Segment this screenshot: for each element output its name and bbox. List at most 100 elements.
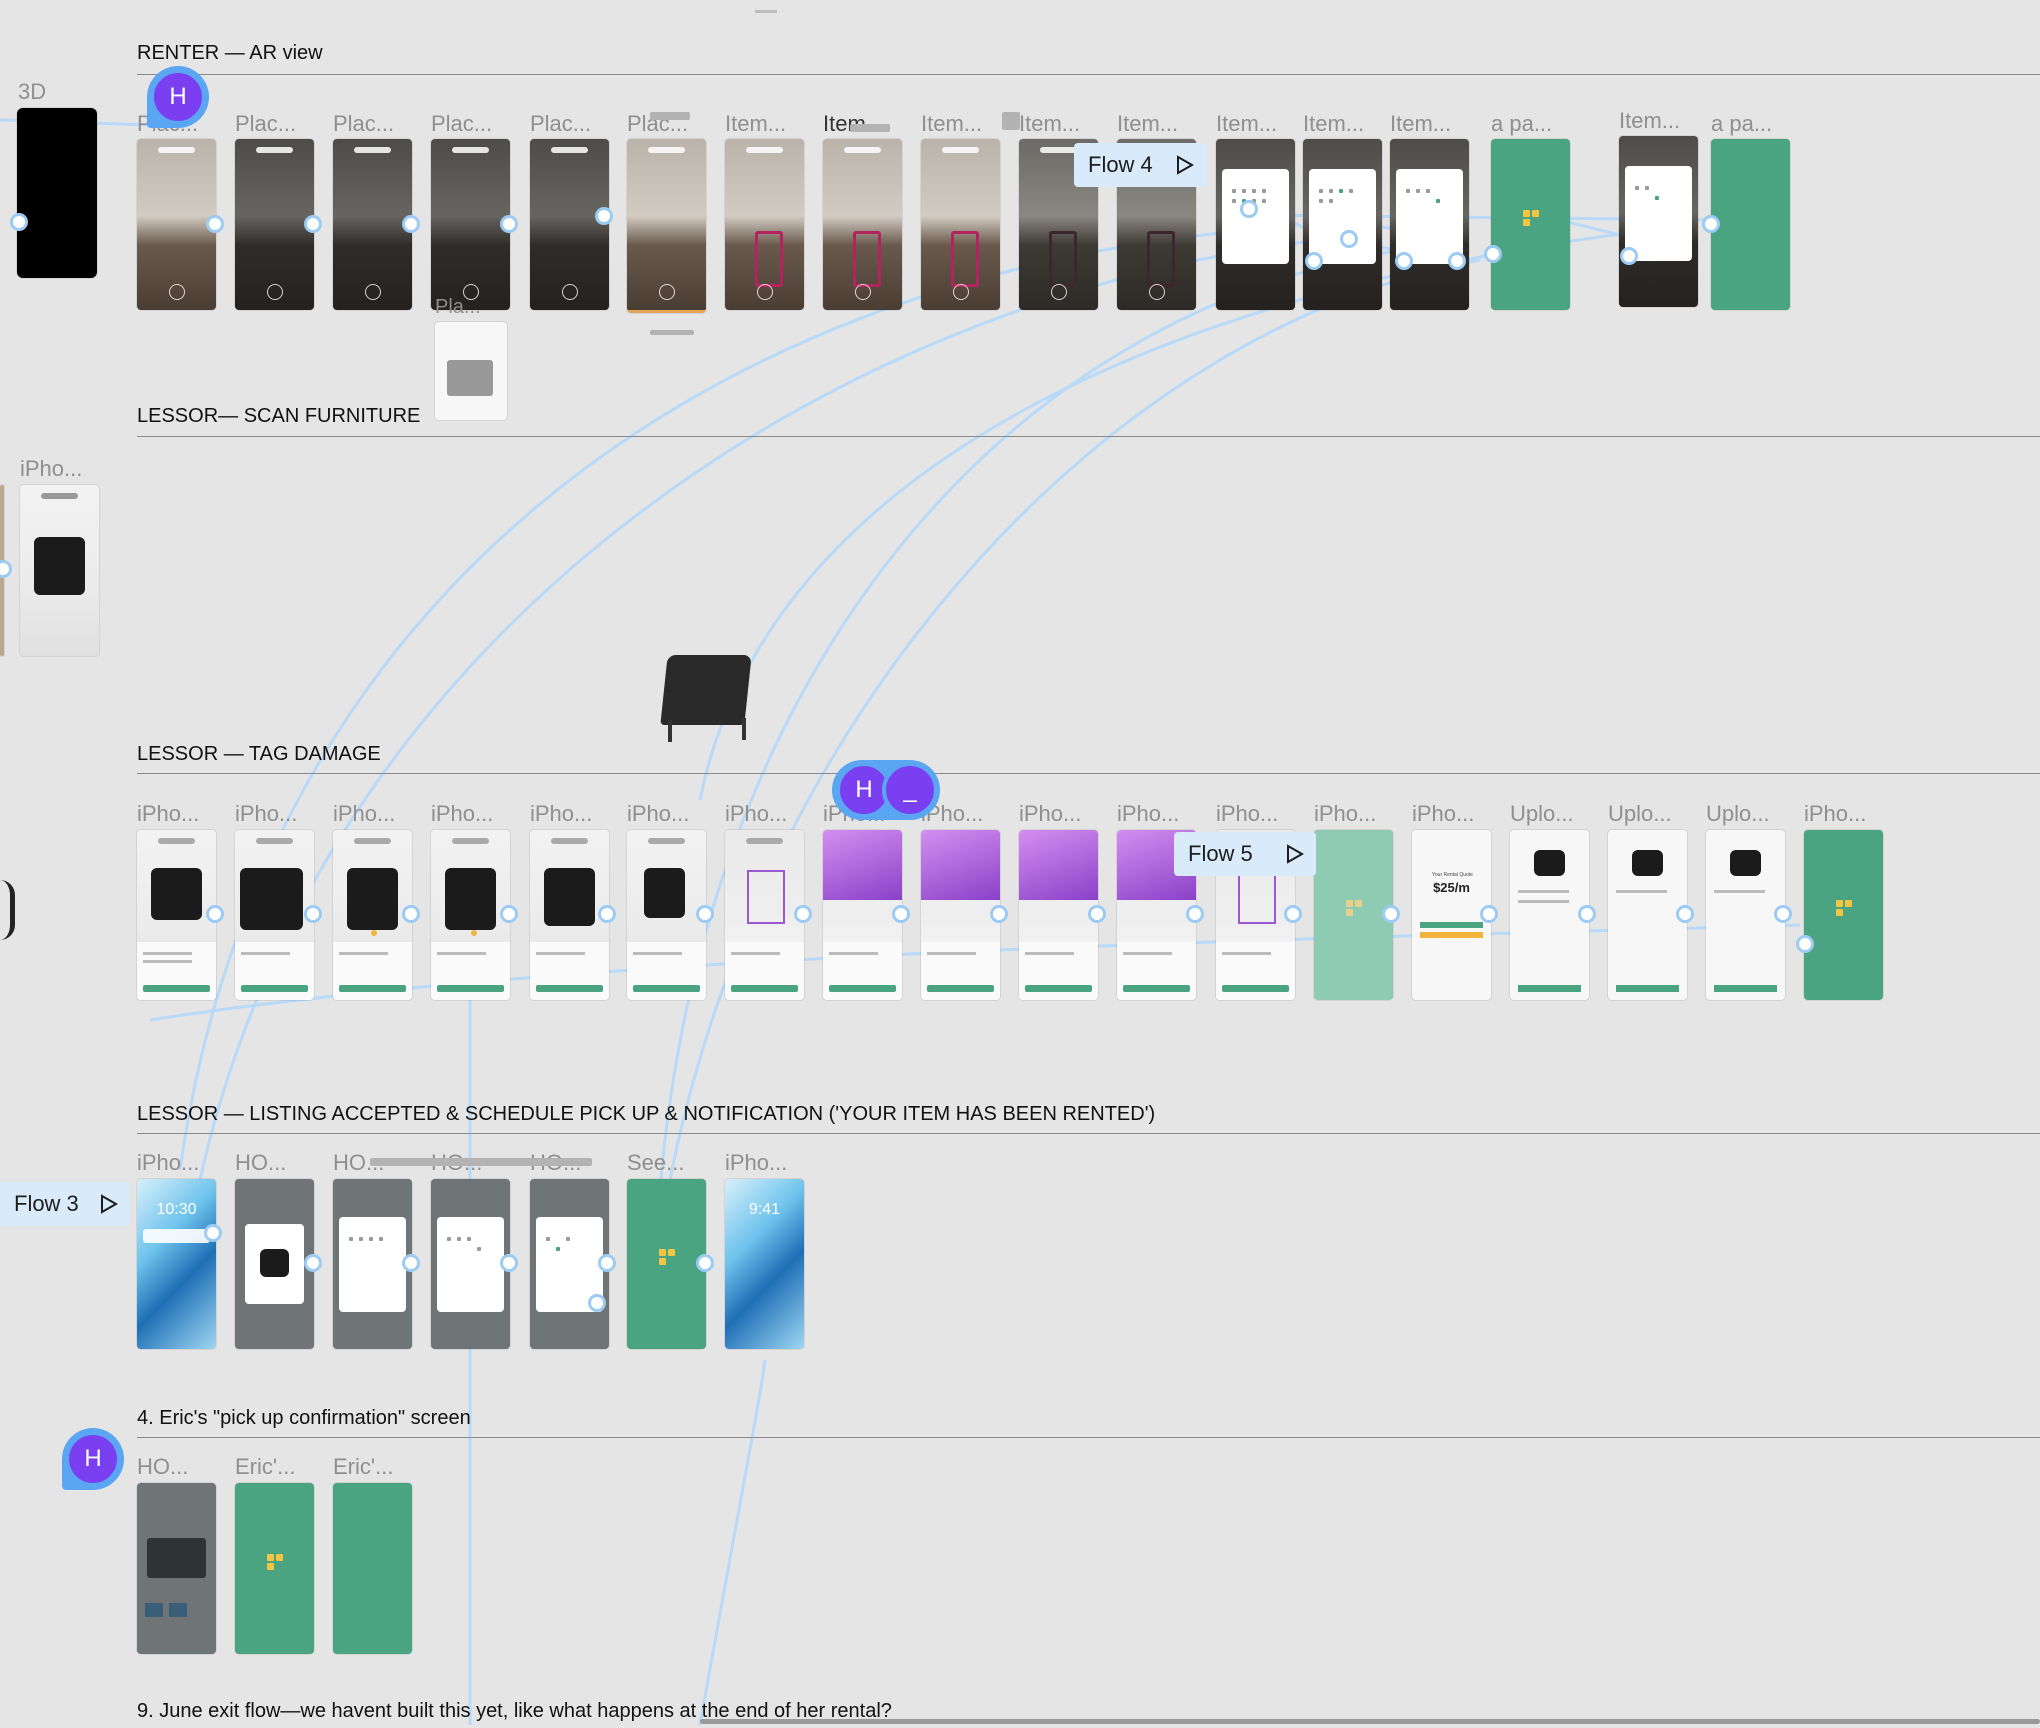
frame-label[interactable]: iPho... — [137, 1150, 199, 1176]
connection-node[interactable] — [402, 905, 420, 923]
frame-3d-preview[interactable] — [17, 108, 97, 278]
connection-node[interactable] — [500, 905, 518, 923]
connection-node[interactable] — [1484, 245, 1502, 263]
connection-node[interactable] — [598, 1254, 616, 1272]
frame-label[interactable]: iPho... — [1412, 801, 1474, 827]
connection-node[interactable] — [696, 1254, 714, 1272]
connection-node[interactable] — [402, 215, 420, 233]
frame-listing-success[interactable] — [1804, 830, 1883, 1000]
frame-label[interactable]: Item... — [725, 111, 786, 137]
connection-node[interactable] — [1382, 905, 1400, 923]
connection-node[interactable] — [1340, 230, 1358, 248]
frame-label[interactable]: Item... — [1619, 108, 1680, 134]
frame-label[interactable]: Eric'... — [235, 1454, 295, 1480]
flow-starting-point[interactable]: Flow 3 — [0, 1182, 130, 1226]
connection-node[interactable] — [892, 905, 910, 923]
frame-label[interactable]: Plac... — [431, 111, 492, 137]
connection-node[interactable] — [1284, 905, 1302, 923]
connection-node[interactable] — [500, 215, 518, 233]
design-canvas[interactable]: RENTER — AR view LESSOR— SCAN FURNITURE … — [0, 0, 2040, 1728]
chair-3d-model[interactable] — [660, 655, 752, 725]
horizontal-scrollbar[interactable] — [700, 1719, 2040, 1724]
frame-label[interactable]: Item... — [1303, 111, 1364, 137]
connection-node[interactable] — [10, 213, 28, 231]
frame-item-stool[interactable] — [823, 139, 902, 310]
frame-home-calendar[interactable] — [333, 1179, 412, 1349]
frame-scan-chair[interactable] — [20, 485, 99, 656]
frame-label[interactable]: iPho... — [1019, 801, 1081, 827]
frame-label[interactable]: iPho... — [1804, 801, 1866, 827]
connection-node[interactable] — [206, 905, 224, 923]
frame-label[interactable]: Item... — [921, 111, 982, 137]
frame-label[interactable]: a pa... — [1491, 111, 1552, 137]
frame-tag-stool[interactable] — [1019, 830, 1098, 1000]
frame-label[interactable]: Item... — [1216, 111, 1277, 137]
frame-home-modal[interactable] — [235, 1179, 314, 1349]
collaborator-avatar[interactable]: H — [150, 69, 206, 125]
frame-home-calendar[interactable] — [431, 1179, 510, 1349]
frame-place-scan[interactable] — [530, 139, 609, 310]
frame-label[interactable]: iPho... — [1314, 801, 1376, 827]
frame-label[interactable]: a pa... — [1711, 111, 1772, 137]
frame-label[interactable]: iPho... — [137, 801, 199, 827]
frame-label[interactable]: HO... — [235, 1150, 286, 1176]
frame-tag-chair[interactable] — [235, 830, 314, 1000]
connection-node[interactable] — [1395, 252, 1413, 270]
frame-label[interactable]: See... — [627, 1150, 684, 1176]
frame-lockscreen[interactable]: 9:41 — [725, 1179, 804, 1349]
frame-tag-chair[interactable] — [333, 830, 412, 1000]
frame-label[interactable]: Eric'... — [333, 1454, 393, 1480]
frame-label[interactable]: Item... — [1117, 111, 1178, 137]
frame-label[interactable]: Plac... — [235, 111, 296, 137]
frame-tag-stool[interactable] — [921, 830, 1000, 1000]
frame-tag-chair[interactable] — [431, 830, 510, 1000]
frame-label[interactable]: iPho... — [20, 456, 82, 482]
frame-label[interactable]: Uplo... — [1706, 801, 1770, 827]
frame-label[interactable]: Pla... — [435, 296, 481, 319]
flow-starting-point[interactable]: Flow 5 — [1174, 832, 1316, 876]
frame-label[interactable]: HO... — [137, 1454, 188, 1480]
connection-node[interactable] — [402, 1254, 420, 1272]
connection-node[interactable] — [0, 560, 12, 578]
connection-node[interactable] — [1240, 200, 1258, 218]
connection-node[interactable] — [1186, 905, 1204, 923]
frame-eric-confirmed[interactable] — [235, 1483, 314, 1654]
connection-node[interactable] — [696, 905, 714, 923]
frame-label[interactable]: iPho... — [333, 801, 395, 827]
connection-node[interactable] — [500, 1254, 518, 1272]
frame-label[interactable]: Uplo... — [1608, 801, 1672, 827]
collaborator-avatar[interactable]: _ — [882, 762, 938, 818]
frame-label[interactable]: iPho... — [627, 801, 689, 827]
frame-success[interactable] — [1491, 139, 1570, 310]
flow-starting-point[interactable]: Flow 4 — [1074, 143, 1206, 187]
connection-node[interactable] — [598, 905, 616, 923]
connection-node[interactable] — [990, 905, 1008, 923]
frame-item-calendar[interactable] — [1216, 139, 1295, 310]
frame-eric-confirmed[interactable] — [333, 1483, 412, 1654]
connection-node[interactable] — [588, 1294, 606, 1312]
frame-label[interactable]: iPho... — [1117, 801, 1179, 827]
frame-label[interactable]: Plac... — [333, 111, 394, 137]
connection-node[interactable] — [1578, 905, 1596, 923]
connection-node[interactable] — [204, 1224, 222, 1242]
frame-home-pickup[interactable] — [137, 1483, 216, 1654]
connection-node[interactable] — [1620, 247, 1638, 265]
frame-place-instructions[interactable] — [435, 322, 507, 420]
frame-label[interactable]: 3D — [18, 79, 46, 105]
frame-item-calendar[interactable] — [1390, 139, 1469, 310]
connection-node[interactable] — [304, 1254, 322, 1272]
connection-node[interactable] — [794, 905, 812, 923]
frame-place-scan[interactable] — [333, 139, 412, 310]
connection-node[interactable] — [1305, 252, 1323, 270]
frame-label[interactable]: iPho... — [1216, 801, 1278, 827]
frame-label[interactable]: iPho... — [235, 801, 297, 827]
frame-label[interactable]: iPho... — [725, 801, 787, 827]
frame-label[interactable]: Uplo... — [1510, 801, 1574, 827]
connection-node[interactable] — [1088, 905, 1106, 923]
frame-label[interactable]: Item... — [1390, 111, 1451, 137]
frame-item-calendar[interactable] — [1303, 139, 1382, 310]
connection-node[interactable] — [304, 905, 322, 923]
frame-label[interactable]: iPho... — [431, 801, 493, 827]
connection-node[interactable] — [1448, 252, 1466, 270]
frame-success[interactable] — [1711, 139, 1790, 310]
